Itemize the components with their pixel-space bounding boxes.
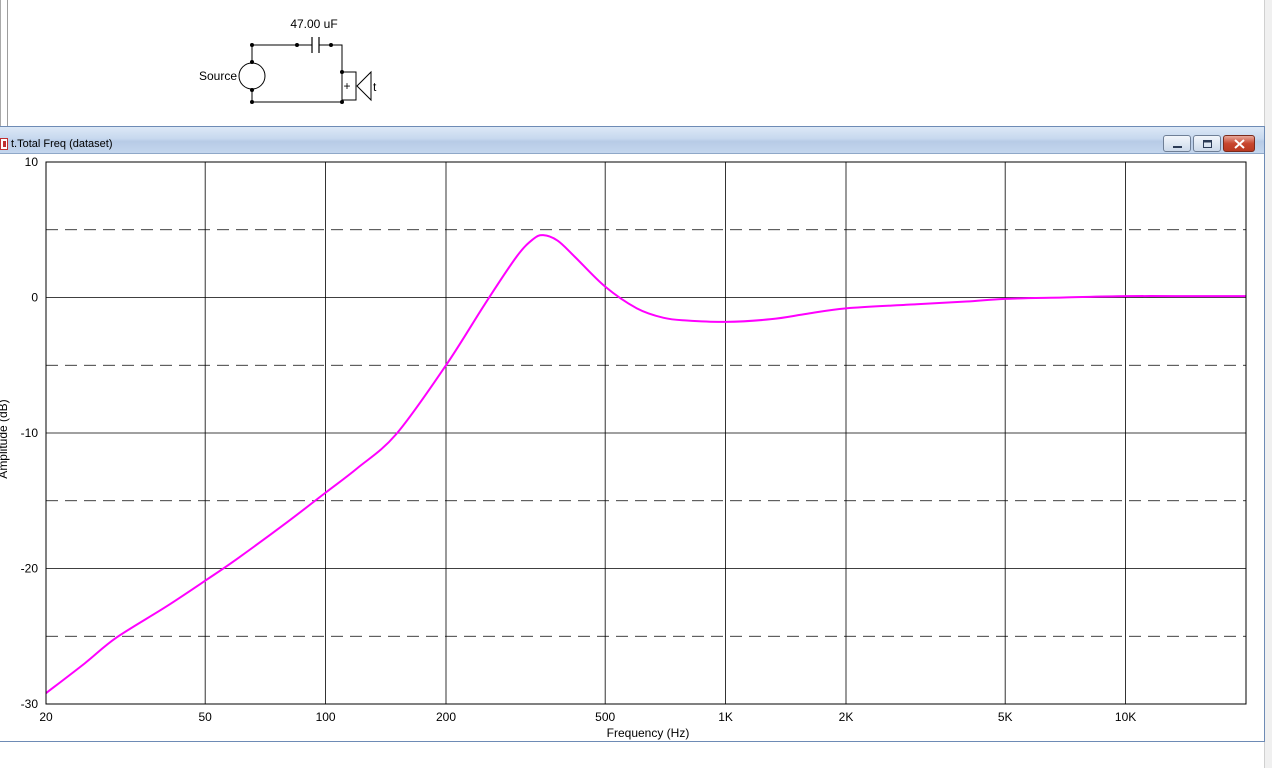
x-tick-label: 1K (718, 710, 733, 724)
x-tick-label: 200 (436, 710, 456, 724)
y-tick-label: 0 (31, 291, 38, 305)
speaker-cone[interactable] (356, 70, 372, 102)
window-scrollbar-edge[interactable] (1264, 0, 1272, 768)
y-tick-label: -30 (21, 697, 39, 711)
schematic-area: 47.00 uF Source + t (0, 0, 1272, 128)
x-tick-label: 500 (595, 710, 615, 724)
x-tick-label: 100 (316, 710, 336, 724)
x-axis-label: Frequency (Hz) (607, 726, 690, 740)
frequency-chart: 20 50 100 200 500 1K 2K 5K 10K100-10-20-30Freque… (0, 155, 1247, 740)
speaker-label: t (373, 80, 377, 94)
y-axis-label: Amplitude (dB) (0, 399, 10, 478)
y-tick-label: -10 (21, 426, 39, 440)
node-dot (250, 43, 254, 47)
x-tick-label: 5K (998, 710, 1013, 724)
x-tick-label: 10K (1115, 710, 1136, 724)
x-tick-label: 20 (39, 710, 53, 724)
source-symbol[interactable] (238, 62, 266, 90)
source-label: Source (199, 69, 237, 83)
x-tick-label: 2K (839, 710, 854, 724)
node-dot (329, 43, 333, 47)
capacitor-value-label: 47.00 uF (290, 17, 337, 31)
y-tick-label: -20 (21, 562, 39, 576)
wire-bottom (251, 86, 343, 103)
wire-top-right (319, 44, 343, 72)
y-tick-label: 10 (25, 155, 39, 169)
schematic-diagram: 47.00 uF Source + t (199, 17, 377, 104)
x-tick-label: 50 (198, 710, 212, 724)
node-dot (295, 43, 299, 47)
speaker-plus-label: + (343, 79, 350, 93)
node-dot (340, 100, 344, 104)
node-dot (250, 100, 254, 104)
